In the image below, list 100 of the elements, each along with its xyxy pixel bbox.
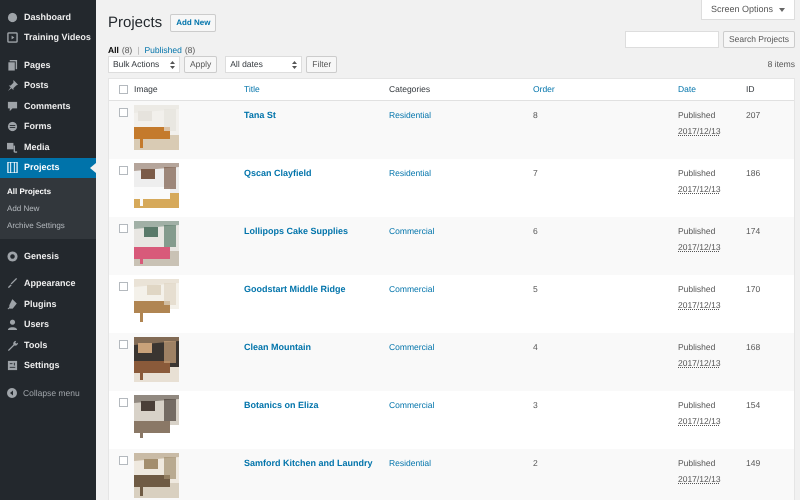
date-text: 2017/12/13 <box>678 299 722 312</box>
table-cell: 4 <box>533 342 538 352</box>
grid-icon <box>7 162 18 174</box>
row-checkbox[interactable] <box>119 340 128 350</box>
row-checkbox[interactable] <box>119 224 128 234</box>
collapse-icon <box>7 388 17 398</box>
sidebar-item[interactable]: Forms <box>0 116 96 137</box>
title-link[interactable]: Clean Mountain <box>244 342 311 352</box>
sidebar-item[interactable]: Comments <box>0 96 96 116</box>
view-link[interactable]: Published <box>144 44 182 56</box>
category-link[interactable]: Commercial <box>389 284 434 294</box>
dates-select[interactable]: All dates <box>225 56 302 74</box>
form-icon <box>7 121 18 132</box>
row-checkbox[interactable] <box>119 166 128 176</box>
view-separator: | <box>137 44 140 56</box>
table-cell: 3 <box>533 400 538 410</box>
table-cell: 174 <box>746 226 760 236</box>
title-link[interactable]: Samford Kitchen and Laundry <box>244 458 373 468</box>
table-cell: 186 <box>746 168 760 178</box>
select-all-checkbox[interactable] <box>119 85 128 94</box>
sidebar-item[interactable]: Plugins <box>0 294 96 314</box>
submenu-item[interactable]: Add New <box>0 200 96 217</box>
column-header: Categories <box>389 83 432 96</box>
table-cell: 6 <box>533 226 538 236</box>
title-link[interactable]: Goodstart Middle Ridge <box>244 284 346 294</box>
status-text: Published <box>678 399 716 412</box>
view-count: (8) <box>184 44 196 56</box>
sortable-column-header[interactable]: Title <box>244 83 389 96</box>
table-cell: 8 <box>533 110 538 120</box>
table-cell: 7 <box>533 168 538 178</box>
title-link[interactable]: Lollipops Cake Supplies <box>244 226 348 236</box>
apply-button[interactable]: Apply <box>184 56 218 74</box>
sidebar-item[interactable]: Genesis <box>0 246 96 266</box>
sidebar-item[interactable]: Users <box>0 314 96 335</box>
speech-bubble-icon <box>7 100 18 112</box>
category-link[interactable]: Residential <box>389 168 432 178</box>
column-header: ID <box>746 83 756 96</box>
wrench-icon <box>7 340 18 351</box>
table-cell: 149 <box>746 458 760 468</box>
title-link[interactable]: Tana St <box>244 110 276 120</box>
table-cell: 5 <box>533 284 538 294</box>
genesis-icon <box>7 250 18 262</box>
status-text: Published <box>678 283 716 296</box>
items-count: 8 items <box>768 58 795 72</box>
search-field[interactable] <box>625 30 719 48</box>
view-count: (8) <box>122 44 132 56</box>
category-link[interactable]: Commercial <box>389 400 434 410</box>
sortable-column-header[interactable]: Order <box>533 83 678 96</box>
sidebar-item[interactable]: Projects <box>0 158 96 178</box>
date-text: 2017/12/13 <box>678 415 722 428</box>
row-checkbox[interactable] <box>119 456 128 466</box>
sidebar-item[interactable]: Appearance <box>0 274 96 294</box>
status-text: Published <box>678 457 716 470</box>
add-new-button[interactable]: Add New <box>170 14 216 32</box>
status-text: Published <box>678 225 716 238</box>
select-arrows-icon <box>292 60 298 69</box>
screen-options-button[interactable]: Screen Options <box>700 0 795 20</box>
title-link[interactable]: Qscan Clayfield <box>244 168 312 178</box>
status-text: Published <box>678 167 716 180</box>
category-link[interactable]: Commercial <box>389 342 434 352</box>
user-icon <box>7 319 18 330</box>
caret-icon <box>779 8 785 12</box>
media-icon <box>7 142 18 153</box>
pages-icon <box>7 60 18 71</box>
collapse-menu-button[interactable]: Collapse menu <box>0 383 96 403</box>
date-text: 2017/12/13 <box>678 473 722 486</box>
table-cell: 154 <box>746 400 760 410</box>
table-cell: 2 <box>533 458 538 468</box>
video-icon <box>7 32 18 44</box>
search-button[interactable]: Search Projects <box>723 30 795 48</box>
submenu-item[interactable]: Archive Settings <box>0 217 96 234</box>
sidebar-item[interactable]: Pages <box>0 55 96 76</box>
date-text: 2017/12/13 <box>678 241 722 254</box>
brush-icon <box>7 278 18 290</box>
category-link[interactable]: Commercial <box>389 226 434 236</box>
bulk-actions-select[interactable]: Bulk Actions <box>108 56 180 74</box>
sidebar-item[interactable]: Dashboard <box>0 7 96 28</box>
category-link[interactable]: Residential <box>389 110 432 120</box>
table-cell: 168 <box>746 342 760 352</box>
sidebar-item[interactable]: Media <box>0 137 96 158</box>
sidebar-item[interactable]: Training Videos <box>0 28 96 48</box>
sidebar-item[interactable]: Settings <box>0 356 96 376</box>
title-link[interactable]: Botanics on Eliza <box>244 400 319 410</box>
sidebar-item[interactable]: Tools <box>0 335 96 356</box>
date-text: 2017/12/13 <box>678 183 722 196</box>
table-cell: 207 <box>746 110 760 120</box>
column-header: Image <box>134 83 159 96</box>
row-checkbox[interactable] <box>119 282 128 292</box>
category-link[interactable]: Residential <box>389 458 432 468</box>
view-link[interactable]: All <box>108 44 119 56</box>
row-checkbox[interactable] <box>119 108 128 118</box>
filter-button[interactable]: Filter <box>306 56 338 74</box>
sortable-column-header[interactable]: Date <box>678 83 746 96</box>
pin-icon <box>7 80 18 92</box>
row-checkbox[interactable] <box>119 398 128 408</box>
submenu-item[interactable]: All Projects <box>0 183 96 200</box>
sidebar-item[interactable]: Posts <box>0 76 96 96</box>
status-text: Published <box>678 341 716 354</box>
select-arrows-icon <box>170 60 175 69</box>
date-text: 2017/12/13 <box>678 357 722 370</box>
